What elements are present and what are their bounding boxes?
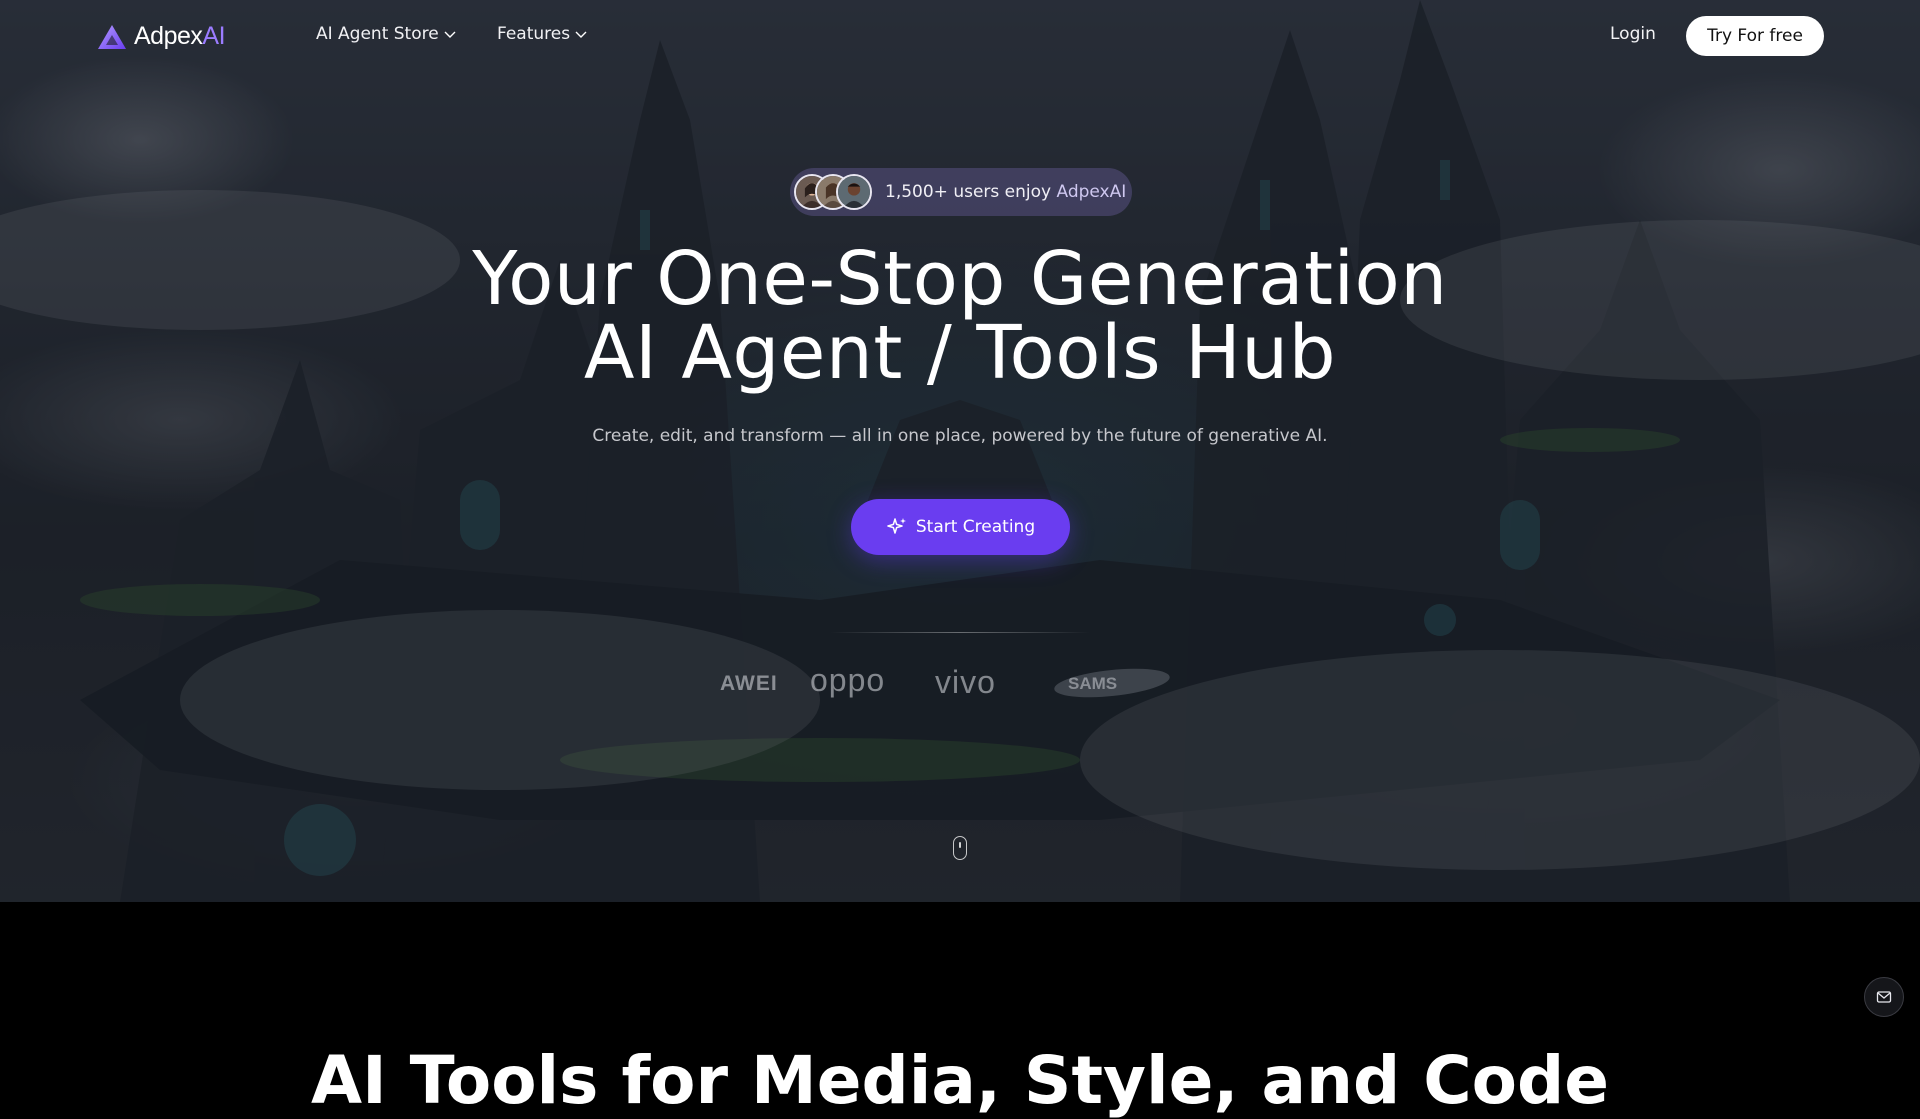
logo-text: AdpexAI (134, 22, 226, 50)
partner-logo-oppo: oppo (810, 662, 886, 698)
avatar (836, 174, 872, 210)
svg-text:SAMS: SAMS (1068, 674, 1117, 693)
try-for-free-button[interactable]: Try For free (1686, 16, 1824, 56)
hero-subheadline: Create, edit, and transform — all in one… (592, 426, 1328, 446)
partner-logos: AWEI oppo vivo SAMS (700, 660, 1220, 706)
nav-ai-agent-store[interactable]: AI Agent Store (316, 24, 456, 44)
logo-mark-icon (98, 24, 126, 49)
nav-features-label: Features (497, 24, 571, 44)
mail-icon (1876, 991, 1892, 1003)
top-navigation: AdpexAI AI Agent Store Features Login Tr… (0, 0, 1920, 70)
partner-logo-vivo: vivo (935, 664, 996, 700)
start-creating-button[interactable]: Start Creating (851, 499, 1070, 555)
users-badge: 1,500+ users enjoy AdpexAI (790, 168, 1132, 216)
scroll-down-mouse-icon[interactable] (953, 836, 967, 860)
brand-logo[interactable]: AdpexAI (96, 22, 226, 51)
nav-ai-agent-store-label: AI Agent Store (316, 24, 439, 44)
contact-mail-button[interactable] (1864, 977, 1904, 1017)
hero-overlay (0, 0, 1920, 902)
partner-logo-awei: AWEI (720, 672, 778, 695)
login-link[interactable]: Login (1610, 24, 1656, 44)
hero-section (0, 0, 1920, 902)
start-creating-label: Start Creating (915, 517, 1036, 537)
tools-section-title: AI Tools for Media, Style, and Code (311, 1042, 1609, 1119)
nav-features[interactable]: Features (497, 24, 587, 44)
chevron-down-icon (575, 31, 587, 38)
partner-logo-samsung: SAMS (1054, 668, 1170, 698)
users-count-text: 1,500+ users enjoy AdpexAI (885, 182, 1127, 202)
sparkle-icon (887, 518, 906, 534)
divider (830, 632, 1090, 633)
chevron-down-icon (444, 31, 456, 38)
tools-section: AI Tools for Media, Style, and Code (0, 902, 1920, 1119)
user-avatars (794, 174, 872, 210)
hero-headline: Your One-Stop Generation AI Agent / Tool… (472, 236, 1448, 396)
